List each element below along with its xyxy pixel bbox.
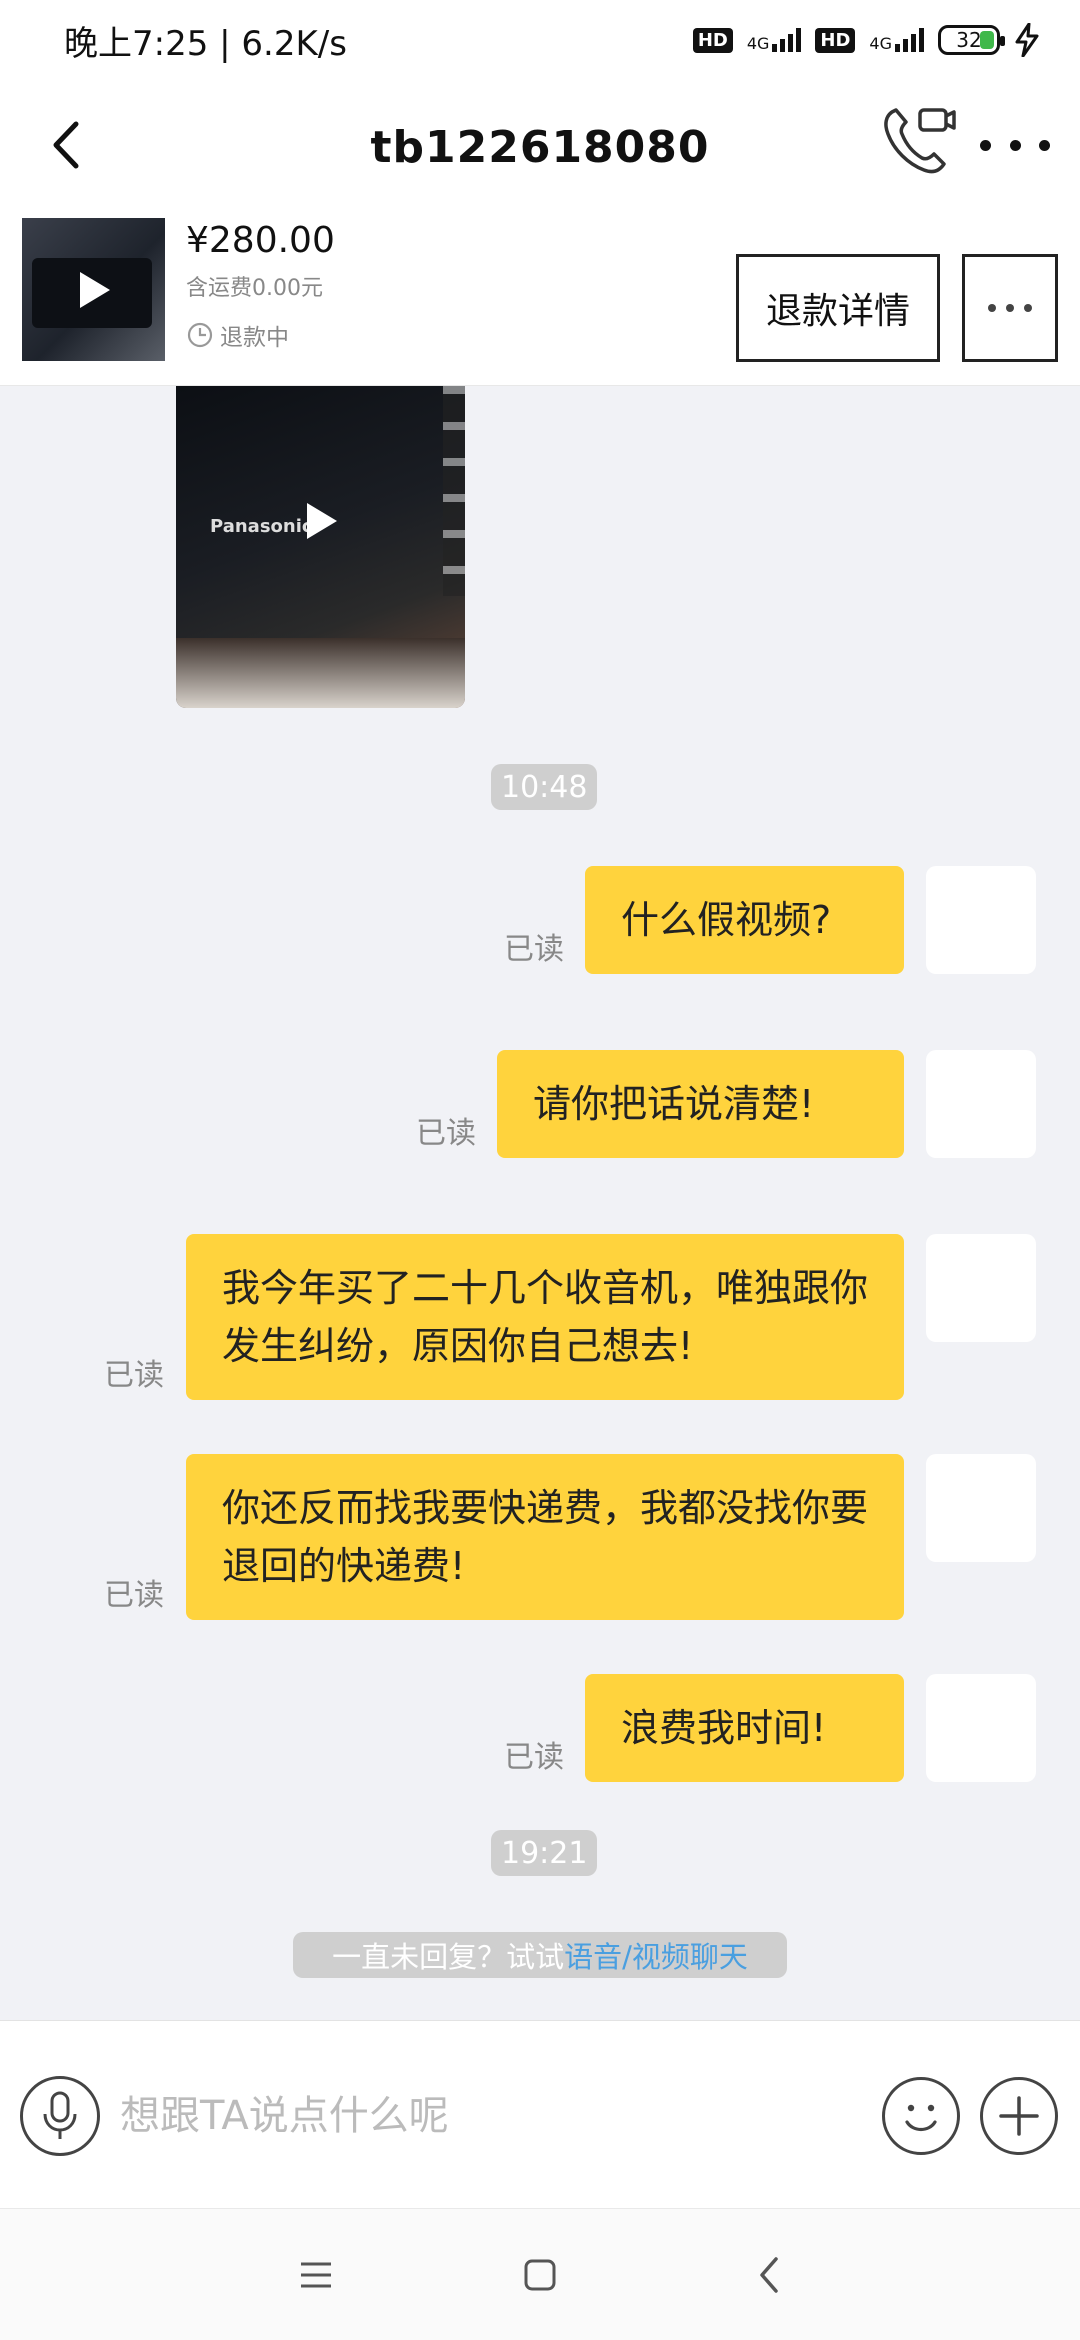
system-navigation-bar <box>0 2208 1080 2340</box>
status-icons: HD 4G HD 4G 32 <box>692 23 1040 57</box>
message-bubble[interactable]: 我今年买了二十几个收音机，唯独跟你发生纠纷，原因你自己想去! <box>186 1234 904 1400</box>
message-bubble[interactable]: 请你把话说清楚! <box>497 1050 904 1158</box>
back-arrow-icon <box>53 121 79 169</box>
voice-video-call-button[interactable] <box>878 102 958 182</box>
timestamp: 19:21 <box>491 1830 598 1876</box>
read-receipt: 已读 <box>416 1116 476 1151</box>
product-more-button[interactable] <box>962 254 1058 362</box>
read-receipt: 已读 <box>504 1740 564 1775</box>
video-brand-text: Panasonic <box>210 516 313 537</box>
read-receipt: 已读 <box>504 932 564 967</box>
product-shipping: 含运费0.00元 <box>186 276 323 301</box>
no-reply-hint: 一直未回复？试试 语音/视频聊天 <box>293 1932 787 1978</box>
more-options-button[interactable] <box>980 120 1050 170</box>
charging-icon <box>1015 23 1039 57</box>
network-type-label: 4G <box>869 34 892 53</box>
play-icon <box>306 503 337 539</box>
network-type-label: 4G <box>746 34 770 53</box>
voice-input-button[interactable] <box>20 2076 100 2156</box>
status-time-speed: 晚上7:25 | 6.2K/s <box>64 23 347 64</box>
home-button[interactable] <box>510 2245 570 2305</box>
product-thumbnail[interactable] <box>22 218 165 361</box>
message-input-bar <box>0 2020 1080 2208</box>
battery-level: 32 <box>956 28 982 52</box>
system-back-button[interactable] <box>738 2245 798 2305</box>
timestamp: 10:48 <box>491 764 598 810</box>
clock-icon <box>187 322 213 348</box>
recent-apps-button[interactable] <box>286 2245 346 2305</box>
read-receipt: 已读 <box>104 1578 164 1613</box>
message-bubble[interactable]: 什么假视频? <box>585 866 904 974</box>
avatar[interactable] <box>926 866 1036 974</box>
plus-icon <box>999 2096 1039 2136</box>
product-card: ¥280.00 含运费0.00元 退款中 退款详情 <box>0 214 1080 386</box>
message-input[interactable] <box>120 2076 860 2156</box>
emoji-button[interactable] <box>882 2077 960 2155</box>
battery-icon: 32 <box>938 25 1005 55</box>
home-square-icon <box>524 2259 556 2291</box>
status-bar: 晚上7:25 | 6.2K/s HD 4G HD 4G 32 <box>0 0 1080 80</box>
avatar[interactable] <box>926 1050 1036 1158</box>
message-bubble[interactable]: 你还反而找我要快递费，我都没找你要退回的快递费! <box>186 1454 904 1620</box>
chat-area[interactable]: Panasonic 10:48 已读 什么假视频? 已读 请你把话说清楚! 已读… <box>0 386 1080 2020</box>
phone-video-icon <box>884 108 956 174</box>
avatar[interactable] <box>926 1234 1036 1342</box>
signal-icon: 4G <box>747 28 802 52</box>
hint-text: 一直未回复？试试 <box>332 1940 565 1974</box>
refund-status: 退款中 <box>186 318 289 352</box>
hd-badge: HD <box>815 27 856 53</box>
read-receipt: 已读 <box>104 1358 164 1393</box>
avatar[interactable] <box>926 1674 1036 1782</box>
hd-badge: HD <box>692 27 733 53</box>
menu-icon <box>301 2262 331 2288</box>
video-message[interactable]: Panasonic <box>176 386 465 708</box>
more-actions-button[interactable] <box>980 2077 1058 2155</box>
microphone-icon <box>43 2091 77 2139</box>
voice-video-chat-link[interactable]: 语音/视频聊天 <box>564 1934 748 1976</box>
smiley-icon <box>905 2104 937 2132</box>
refund-status-label: 退款中 <box>220 325 289 351</box>
play-icon <box>79 271 110 308</box>
signal-icon: 4G <box>869 28 924 52</box>
message-bubble[interactable]: 浪费我时间! <box>585 1674 904 1782</box>
refund-details-button[interactable]: 退款详情 <box>736 254 940 362</box>
chat-header: tb122618080 <box>0 80 1080 214</box>
back-chevron-icon <box>760 2257 778 2293</box>
back-button[interactable] <box>30 110 100 180</box>
avatar[interactable] <box>926 1454 1036 1562</box>
product-price: ¥280.00 <box>186 220 335 261</box>
